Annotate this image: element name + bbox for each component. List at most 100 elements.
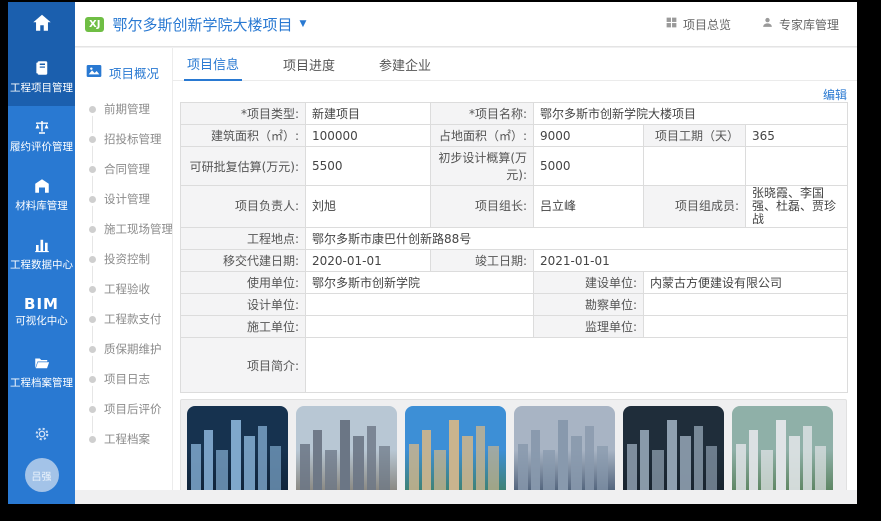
building-area-label: 建筑面积（㎡）: — [181, 125, 306, 147]
project-info-table: *项目类型: 新建项目 *项目名称: 鄂尔多斯市创新学院大楼项目 建筑面积（㎡）… — [180, 102, 848, 393]
grid-icon — [665, 16, 678, 32]
nav-item-project-archive[interactable]: 工程档案 — [75, 424, 172, 454]
nav-section-project-overview[interactable]: 项目概况 — [75, 48, 172, 90]
preliminary-budget-label: 初步设计概算(万元): — [431, 147, 534, 186]
edit-row: 编辑 — [180, 84, 847, 100]
nav-item-site-management[interactable]: 施工现场管理 — [75, 214, 172, 244]
completion-date-value: 2021-01-01 — [534, 250, 848, 272]
nav-item-contract[interactable]: 合同管理 — [75, 154, 172, 184]
survey-unit-label: 勘察单位: — [534, 294, 644, 316]
project-photo-4[interactable] — [514, 406, 615, 490]
land-area-label: 占地面积（㎡）: — [431, 125, 534, 147]
folder-icon — [33, 354, 51, 372]
nav-item-warranty[interactable]: 质保期维护 — [75, 334, 172, 364]
project-photo-6[interactable] — [732, 406, 833, 490]
design-unit-value — [306, 294, 534, 316]
sidebar-item-label: 履约评价管理 — [10, 141, 73, 153]
project-photo-1[interactable] — [187, 406, 288, 490]
preliminary-budget-value: 5000 — [534, 147, 644, 186]
settings-button[interactable] — [8, 426, 75, 446]
project-name-label: *项目名称: — [431, 103, 534, 125]
tab-project-progress[interactable]: 项目进度 — [280, 48, 338, 80]
main-content: 项目信息 项目进度 参建企业 编辑 *项目类型: 新建项目 *项目名称: 鄂尔多… — [172, 48, 857, 490]
app-window: 工程项目管理 履约评价管理 材料库管理 工程数据中心 BIM 可视化中心 — [8, 2, 857, 504]
builder-unit-label: 施工单位: — [181, 316, 306, 338]
project-title-dropdown[interactable]: 鄂尔多斯创新学院大楼项目 ▼ — [112, 14, 306, 35]
summary-label: 项目简介: — [181, 338, 306, 393]
nav-item-acceptance[interactable]: 工程验收 — [75, 274, 172, 304]
design-unit-label: 设计单位: — [181, 294, 306, 316]
sidebar-item-project-management[interactable]: 工程项目管理 — [8, 47, 75, 106]
user-unit-value: 鄂尔多斯市创新学院 — [306, 272, 534, 294]
nav-sidebar: 项目概况 前期管理 招投标管理 合同管理 设计管理 施工现场管理 投资控制 工程… — [75, 48, 173, 490]
sidebar-item-label: 工程数据中心 — [10, 259, 73, 271]
duration-value: 365 — [746, 125, 848, 147]
group-head-label: 项目组长: — [431, 186, 534, 228]
project-photo-3[interactable] — [405, 406, 506, 490]
gear-icon — [34, 426, 50, 446]
edit-button[interactable]: 编辑 — [823, 88, 847, 102]
sidebar-item-data-center[interactable]: 工程数据中心 — [8, 224, 75, 283]
photo-gallery — [180, 399, 847, 490]
nav-item-design[interactable]: 设计管理 — [75, 184, 172, 214]
document-icon — [33, 59, 51, 77]
building-area-value: 100000 — [306, 125, 431, 147]
sidebar-item-label: 工程项目管理 — [10, 82, 73, 94]
user-unit-label: 使用单位: — [181, 272, 306, 294]
app-header: XJ 鄂尔多斯创新学院大楼项目 ▼ 项目总览 专家库管理 — [75, 2, 857, 47]
tab-bar: 项目信息 项目进度 参建企业 — [172, 48, 857, 81]
project-overview-link[interactable]: 项目总览 — [665, 16, 731, 33]
nav-item-post-evaluation[interactable]: 项目后评价 — [75, 394, 172, 424]
project-title: 鄂尔多斯创新学院大楼项目 — [112, 14, 292, 35]
construction-unit-value: 内蒙古方便建设有限公司 — [644, 272, 848, 294]
nav-item-bidding[interactable]: 招投标管理 — [75, 124, 172, 154]
sidebar-item-material-library[interactable]: 材料库管理 — [8, 165, 75, 224]
project-photo-5[interactable] — [623, 406, 724, 490]
feasibility-estimate-value: 5500 — [306, 147, 431, 186]
duration-label: 项目工期（天） — [644, 125, 746, 147]
leader-label: 项目负责人: — [181, 186, 306, 228]
feasibility-estimate-label: 可研批复估算(万元): — [181, 147, 306, 186]
expert-library-label: 专家库管理 — [779, 16, 839, 33]
warehouse-icon — [33, 177, 51, 195]
nav-item-investment[interactable]: 投资控制 — [75, 244, 172, 274]
location-label: 工程地点: — [181, 228, 306, 250]
project-overview-label: 项目总览 — [683, 16, 731, 33]
transfer-date-value: 2020-01-01 — [306, 250, 431, 272]
home-icon — [31, 12, 53, 38]
project-photo-2[interactable] — [296, 406, 397, 490]
group-head-value: 吕立峰 — [534, 186, 644, 228]
supervision-unit-label: 监理单位: — [534, 316, 644, 338]
sidebar-item-bim-center[interactable]: BIM 可视化中心 — [8, 283, 75, 342]
scale-icon — [33, 118, 51, 136]
sidebar-item-performance-evaluation[interactable]: 履约评价管理 — [8, 106, 75, 165]
supervision-unit-value — [644, 316, 848, 338]
summary-value — [306, 338, 848, 393]
nav-item-project-log[interactable]: 项目日志 — [75, 364, 172, 394]
completion-date-label: 竣工日期: — [431, 250, 534, 272]
sidebar-item-label: 可视化中心 — [15, 315, 68, 327]
sidebar-item-archives[interactable]: 工程档案管理 — [8, 342, 75, 401]
land-area-value: 9000 — [534, 125, 644, 147]
location-value: 鄂尔多斯市康巴什创新路88号 — [306, 228, 848, 250]
members-label: 项目组成员: — [644, 186, 746, 228]
nav-list: 前期管理 招投标管理 合同管理 设计管理 施工现场管理 投资控制 工程验收 工程… — [75, 94, 172, 454]
project-type-label: *项目类型: — [181, 103, 306, 125]
nav-item-pre-phase[interactable]: 前期管理 — [75, 94, 172, 124]
home-button[interactable] — [8, 2, 75, 47]
tab-participants[interactable]: 参建企业 — [376, 48, 434, 80]
expert-library-link[interactable]: 专家库管理 — [761, 16, 839, 33]
chevron-down-icon: ▼ — [299, 19, 306, 29]
leader-value: 刘旭 — [306, 186, 431, 228]
picture-icon — [86, 64, 102, 81]
user-avatar[interactable]: 吕强 — [25, 458, 59, 492]
members-value: 张晓霞、李国强、杜磊、贾珍战 — [746, 186, 848, 228]
user-icon — [761, 16, 774, 32]
sidebar-item-label: 材料库管理 — [15, 200, 68, 212]
empty-cell — [644, 147, 746, 186]
tab-project-info[interactable]: 项目信息 — [184, 48, 242, 81]
sidebar-item-label: 工程档案管理 — [10, 377, 73, 389]
nav-item-payment[interactable]: 工程款支付 — [75, 304, 172, 334]
bar-chart-icon — [33, 236, 51, 254]
construction-unit-label: 建设单位: — [534, 272, 644, 294]
